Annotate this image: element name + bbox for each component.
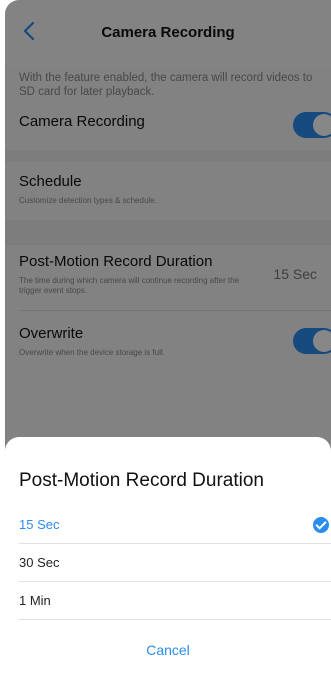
option-label: 15 Sec — [19, 517, 60, 532]
cancel-button[interactable]: Cancel — [5, 642, 331, 658]
option-label: 30 Sec — [19, 555, 60, 570]
checkmark-icon — [313, 517, 329, 533]
option-30-sec[interactable]: 30 Sec — [5, 544, 331, 582]
option-1-min[interactable]: 1 Min — [5, 582, 331, 620]
option-label: 1 Min — [19, 593, 51, 608]
option-15-sec[interactable]: 15 Sec — [5, 506, 331, 544]
duration-action-sheet: Post-Motion Record Duration 15 Sec 30 Se… — [5, 437, 331, 684]
divider — [19, 619, 331, 620]
sheet-title: Post-Motion Record Duration — [19, 470, 264, 491]
